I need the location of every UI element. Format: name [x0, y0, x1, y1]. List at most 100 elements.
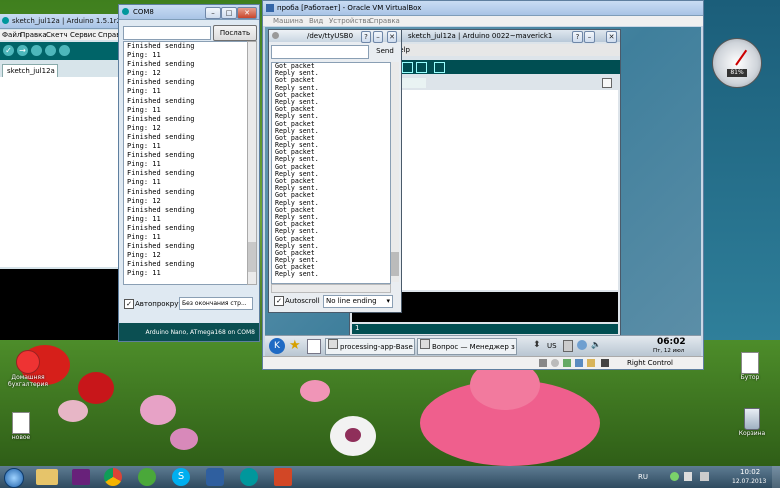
desktop-pager[interactable]: [307, 339, 321, 354]
task-window-icon: [328, 339, 338, 349]
chrome-icon[interactable]: [104, 468, 122, 486]
desktop-icon-label: Домашняя бухгалтерия: [8, 374, 48, 388]
menu-file[interactable]: Файл: [2, 31, 21, 39]
favorites-star-icon[interactable]: ★: [289, 338, 305, 354]
tab-label: sketch_jul12a: [7, 67, 55, 75]
shared-folder-icon[interactable]: [587, 359, 595, 367]
upload-button[interactable]: →: [17, 45, 28, 56]
new-button[interactable]: [31, 45, 42, 56]
keyboard-layout[interactable]: US: [547, 342, 557, 350]
open-button[interactable]: [45, 45, 56, 56]
serial-monitor-button[interactable]: [434, 62, 445, 73]
serial-line: Ping: 12: [127, 196, 161, 205]
save-button[interactable]: [59, 45, 70, 56]
menu-help[interactable]: Справка: [369, 17, 400, 25]
network-icon[interactable]: ⬍: [533, 340, 543, 350]
recycle-bin-icon: [744, 408, 760, 430]
line-ending-select[interactable]: No line ending ▾: [323, 295, 393, 308]
minimize-button[interactable]: –: [373, 31, 383, 43]
serial-output[interactable]: Got packet Reply sent. Got packet Reply sen…: [271, 62, 391, 284]
menu-machine[interactable]: Машина: [273, 17, 303, 25]
menu-view[interactable]: Вид: [309, 17, 323, 25]
desktop-icon-butor[interactable]: Бутор: [732, 352, 768, 388]
vbox-menu-bar: Машина Вид Устройства Справка: [263, 16, 703, 26]
desktop-icon-label: Бутор: [740, 374, 760, 381]
show-desktop-button[interactable]: [772, 466, 780, 488]
send-button[interactable]: Send: [371, 45, 399, 57]
code-editor[interactable]: [0, 77, 122, 267]
torrent-icon[interactable]: [138, 468, 156, 486]
scrollbar-thumb[interactable]: [391, 252, 399, 276]
skype-icon[interactable]: S: [172, 468, 190, 486]
save-button[interactable]: [416, 62, 427, 73]
serial-line: Ping: 11: [127, 269, 161, 278]
close-button[interactable]: ✕: [606, 31, 617, 43]
serial-line: Ping: 11: [127, 51, 161, 60]
kde-menu-icon[interactable]: K: [269, 338, 285, 354]
clipboard-icon[interactable]: [563, 340, 573, 352]
start-orb-icon[interactable]: [4, 468, 24, 488]
autoscroll-checkbox[interactable]: ✓: [274, 296, 284, 306]
tray-volume-icon[interactable]: [700, 472, 709, 481]
verify-button[interactable]: ✓: [3, 45, 14, 56]
minimize-button[interactable]: –: [584, 31, 595, 43]
horizontal-scrollbar[interactable]: [271, 284, 391, 293]
presentation-icon[interactable]: [274, 468, 292, 486]
system-gauge-gadget[interactable]: 81%: [712, 38, 762, 88]
desktop-icon-home-accounting[interactable]: Домашняя бухгалтерия: [2, 350, 54, 396]
taskbar-time[interactable]: 10:02: [740, 468, 760, 476]
menu-sketch[interactable]: Скетч: [46, 31, 68, 39]
window-help-button[interactable]: ?: [572, 31, 583, 43]
task-question-manager[interactable]: Вопрос — Менеджер з: [417, 338, 517, 355]
desktop-icon-new[interactable]: новое: [4, 412, 38, 448]
serial-line: Finished sending: [127, 60, 195, 69]
task-processing-app-base[interactable]: processing-app-Base: [325, 338, 415, 355]
arduino-ide-window: sketch_jul12a | Arduino 1.5.1r2 Файл Пра…: [0, 14, 125, 340]
virtualbox-window: проба [Работает] - Oracle VM VirtualBox …: [262, 0, 704, 370]
vertical-scrollbar[interactable]: [391, 62, 399, 282]
send-input[interactable]: [123, 26, 211, 40]
arduino-icon[interactable]: [240, 468, 258, 486]
window-title: COM8: [133, 8, 154, 16]
pin-icon[interactable]: [272, 32, 279, 39]
close-button[interactable]: ✕: [237, 7, 257, 19]
board-status: Arduino Nano, ATmega168 on COM8: [145, 329, 255, 336]
hdd-icon[interactable]: [539, 359, 547, 367]
vbox-status-bar: Right Control: [263, 356, 703, 369]
cdrom-icon[interactable]: [551, 359, 559, 367]
minimize-button[interactable]: –: [205, 7, 221, 19]
mouse-capture-icon[interactable]: [601, 359, 609, 367]
vertical-scrollbar[interactable]: [247, 41, 257, 285]
serial-line: Ping: 11: [127, 232, 161, 241]
autoscroll-checkbox[interactable]: ✓: [124, 299, 134, 309]
tab-menu-icon[interactable]: [602, 78, 612, 88]
desktop-icon-recycle-bin[interactable]: Корзина: [732, 408, 772, 448]
clock-time[interactable]: 06:02: [657, 337, 686, 347]
serial-output[interactable]: Finished sending Ping: 11 Finished sending…: [123, 41, 249, 285]
usb-icon[interactable]: [563, 359, 571, 367]
menu-edit[interactable]: Правка: [20, 31, 47, 39]
menu-devices[interactable]: Устройства: [329, 17, 371, 25]
virtualbox-icon[interactable]: [206, 468, 224, 486]
send-input[interactable]: [271, 45, 369, 59]
open-button[interactable]: [402, 62, 413, 73]
window-help-button[interactable]: ?: [361, 31, 371, 43]
menu-tools[interactable]: Сервис: [70, 31, 96, 39]
window-titlebar: COM8 – □ ✕: [119, 5, 259, 20]
visual-studio-icon[interactable]: [72, 469, 90, 485]
notification-icon[interactable]: [577, 340, 587, 350]
network-icon[interactable]: [575, 359, 583, 367]
serial-line: Ping: 11: [127, 105, 161, 114]
tray-flag-icon[interactable]: [684, 472, 692, 481]
taskbar-language[interactable]: RU: [638, 473, 648, 481]
clock-date: Пт, 12 июл: [653, 348, 685, 354]
scrollbar-thumb[interactable]: [248, 242, 256, 272]
maximize-button[interactable]: □: [221, 7, 237, 19]
volume-icon[interactable]: 🔈: [591, 340, 601, 350]
tray-network-icon[interactable]: [670, 472, 679, 481]
close-button[interactable]: ✕: [387, 31, 397, 43]
send-button[interactable]: Послать: [213, 25, 257, 41]
file-explorer-icon[interactable]: [36, 469, 58, 485]
line-ending-select[interactable]: Без окончания стр...: [179, 297, 253, 310]
tab-sketch[interactable]: sketch_jul12a: [2, 64, 58, 77]
